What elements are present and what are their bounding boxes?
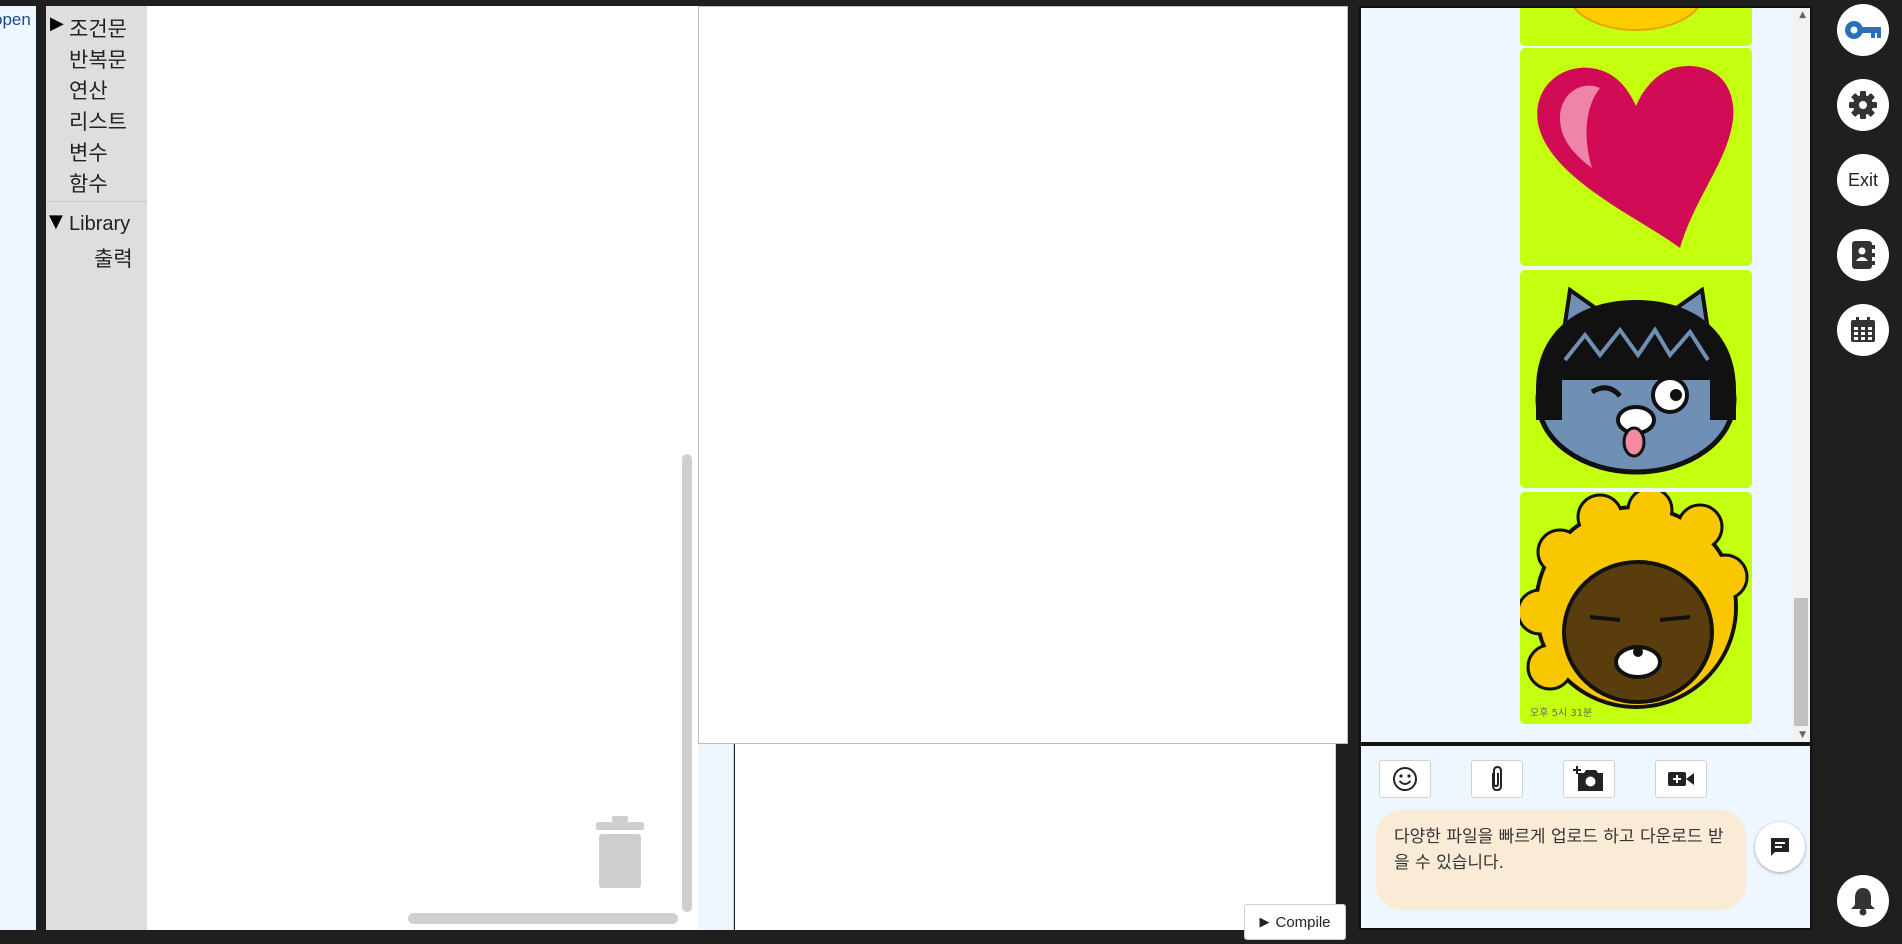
- settings-button[interactable]: [1837, 79, 1889, 131]
- contact-book-icon: [1852, 241, 1875, 269]
- exit-label: Exit: [1847, 169, 1878, 190]
- exit-button[interactable]: Exit: [1837, 154, 1889, 206]
- toolbox: ▶ 조건문 반복문 연산 리스트 변수 함수 ▼ Library 출력: [46, 6, 147, 930]
- horizontal-scrollbar[interactable]: [408, 913, 678, 924]
- vertical-scrollbar[interactable]: [682, 454, 692, 912]
- send-message-button[interactable]: [1755, 822, 1805, 872]
- attach-file-button[interactable]: [1471, 760, 1523, 798]
- category-conditional[interactable]: 조건문: [69, 13, 127, 43]
- code-panel[interactable]: [698, 6, 1348, 744]
- output-gutter: [698, 744, 734, 930]
- calendar-button[interactable]: [1837, 304, 1889, 356]
- category-variable[interactable]: 변수: [69, 137, 108, 167]
- notifications-button[interactable]: [1837, 875, 1889, 927]
- compile-button[interactable]: ▶ Compile: [1244, 904, 1346, 940]
- add-photo-icon: [1573, 766, 1603, 791]
- video-icon: [1668, 772, 1694, 786]
- scroll-down-icon[interactable]: ▼: [1799, 730, 1806, 740]
- compile-label: Compile: [1275, 913, 1331, 931]
- message-timestamp: 오후 5시 31분: [1530, 708, 1593, 719]
- add-photo-button[interactable]: [1563, 760, 1615, 798]
- sticker-sun[interactable]: [1520, 8, 1752, 46]
- left-strip: open: [0, 6, 36, 930]
- chat-scrollbar[interactable]: ▲ ▼: [1792, 8, 1810, 742]
- collapse-triangle-icon[interactable]: ▼: [49, 211, 63, 232]
- heart-sticker-icon: [1537, 66, 1734, 248]
- category-function[interactable]: 함수: [69, 168, 108, 198]
- output-area[interactable]: [735, 744, 1336, 930]
- key-icon: [1845, 21, 1881, 39]
- sticker-cat[interactable]: [1520, 270, 1752, 488]
- curly-hair-sticker-icon: [1516, 486, 1749, 709]
- contacts-button[interactable]: [1837, 229, 1889, 281]
- category-loop[interactable]: 반복문: [69, 44, 127, 74]
- video-button[interactable]: [1655, 760, 1707, 798]
- sun-sticker-icon: [1573, 8, 1699, 31]
- play-icon: ▶: [1259, 914, 1270, 929]
- bell-icon: [1851, 888, 1875, 916]
- chat-composer: 다양한 파일을 빠르게 업로드 하고 다운로드 받을 수 있습니다.: [1359, 744, 1812, 930]
- calendar-icon: [1851, 317, 1875, 342]
- gear-icon: [1849, 91, 1877, 119]
- category-operation[interactable]: 연산: [69, 75, 108, 105]
- key-button[interactable]: [1837, 4, 1889, 56]
- message-input[interactable]: 다양한 파일을 빠르게 업로드 하고 다운로드 받을 수 있습니다.: [1376, 810, 1746, 910]
- trash-icon[interactable]: [594, 816, 646, 888]
- category-library[interactable]: Library: [69, 213, 130, 236]
- cat-sticker-icon: [1535, 286, 1737, 475]
- emoji-button[interactable]: [1379, 760, 1431, 798]
- sticker-heart[interactable]: [1520, 48, 1752, 266]
- paperclip-icon: [1492, 765, 1502, 792]
- sticker-curly-hair[interactable]: [1516, 486, 1752, 724]
- category-list[interactable]: 리스트: [69, 106, 127, 136]
- expand-triangle-icon[interactable]: ▶: [50, 13, 64, 34]
- toolbox-divider: [46, 201, 147, 202]
- block-workspace[interactable]: ▶ 조건문 반복문 연산 리스트 변수 함수 ▼ Library 출력: [46, 6, 698, 930]
- scroll-up-icon[interactable]: ▲: [1799, 10, 1806, 20]
- chat-messages[interactable]: 오후 5시 31분 ▲ ▼: [1359, 6, 1812, 744]
- open-label[interactable]: open: [0, 10, 31, 30]
- emoji-icon: [1393, 767, 1417, 791]
- chat-scroll-thumb[interactable]: [1794, 598, 1808, 726]
- chat-bubble-icon: [1771, 838, 1789, 856]
- category-print[interactable]: 출력: [94, 243, 133, 273]
